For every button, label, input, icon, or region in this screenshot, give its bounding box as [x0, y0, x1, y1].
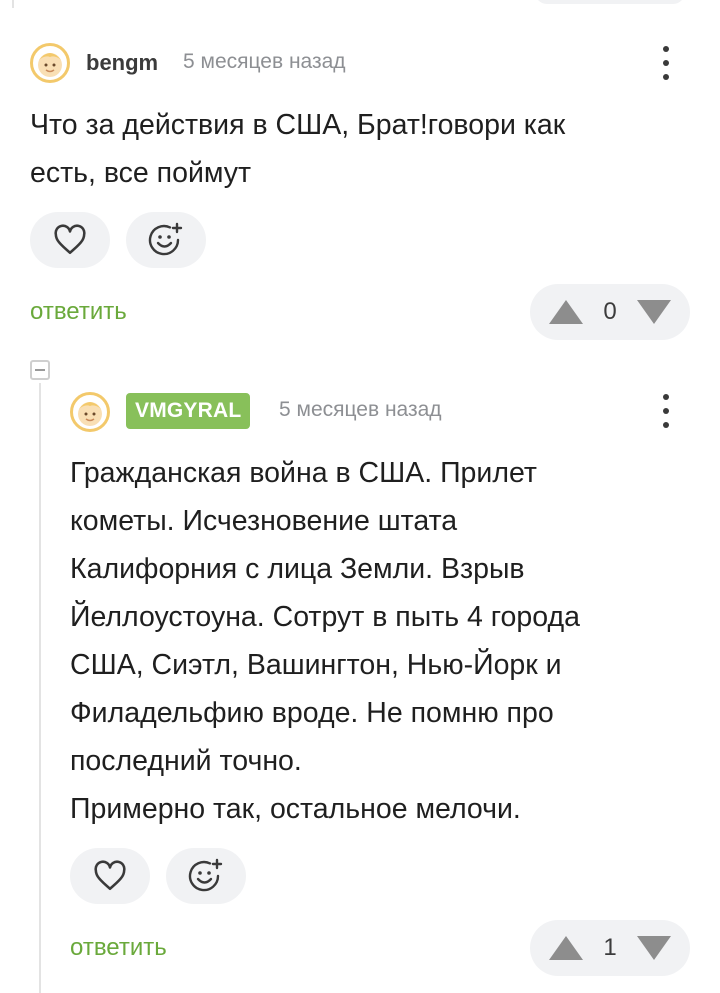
like-button[interactable] [70, 848, 150, 904]
comment-text-line: есть, все поймут [30, 157, 252, 189]
comment-text-line: Примерно так, остальное мелочи. [70, 793, 521, 825]
vote-score: 0 [603, 298, 617, 325]
avatar-face-icon [78, 402, 102, 426]
comment-text-line: Калифорния с лица Земли. Взрыв [70, 553, 525, 585]
thread-line-top [12, 0, 14, 8]
username-badge[interactable]: VMGYRAL [126, 393, 251, 429]
thread-line [39, 383, 41, 993]
collapse-thread-button[interactable] [30, 360, 50, 380]
comment-text: Что за действия в США, Брат!говори как е… [30, 101, 565, 197]
upvote-icon[interactable] [548, 935, 584, 961]
comment-text-line: Филадельфию вроде. Не помню про [70, 697, 554, 729]
more-options-icon[interactable] [660, 46, 672, 80]
reply-link[interactable]: ответить [70, 934, 167, 962]
add-reaction-button[interactable] [126, 212, 206, 268]
comment-text-line: кометы. Исчезновение штата [70, 505, 458, 537]
comment-text-line: США, Сиэтл, Вашингтон, Нью-Йорк и [70, 649, 562, 681]
avatar[interactable] [30, 43, 70, 83]
heart-icon [94, 860, 126, 891]
vote-control: 0 [530, 284, 690, 340]
username[interactable]: bengm [86, 50, 158, 76]
comment-text-line: последний точно. [70, 745, 302, 777]
comment-text: Гражданская война в США. Прилет кометы. … [70, 449, 580, 833]
emoji-add-icon [188, 858, 223, 892]
vote-control: 1 [530, 920, 690, 976]
avatar[interactable] [70, 392, 110, 432]
previous-vote-pill [535, 0, 685, 4]
timestamp[interactable]: 5 месяцев назад [183, 50, 346, 74]
heart-icon [54, 224, 86, 255]
downvote-icon[interactable] [636, 935, 672, 961]
reply-link[interactable]: ответить [30, 298, 127, 326]
comment-text-line: Гражданская война в США. Прилет [70, 457, 537, 489]
like-button[interactable] [30, 212, 110, 268]
comment-text-line: Что за действия в США, Брат!говори как [30, 109, 566, 141]
emoji-add-icon [148, 222, 183, 256]
comment-text-line: Йеллоустоуна. Сотрут в пыть 4 города [70, 601, 580, 633]
avatar-face-icon [38, 53, 62, 77]
add-reaction-button[interactable] [166, 848, 246, 904]
vote-score: 1 [603, 934, 617, 961]
downvote-icon[interactable] [636, 299, 672, 325]
upvote-icon[interactable] [548, 299, 584, 325]
timestamp[interactable]: 5 месяцев назад [279, 398, 442, 422]
more-options-icon[interactable] [660, 394, 672, 428]
